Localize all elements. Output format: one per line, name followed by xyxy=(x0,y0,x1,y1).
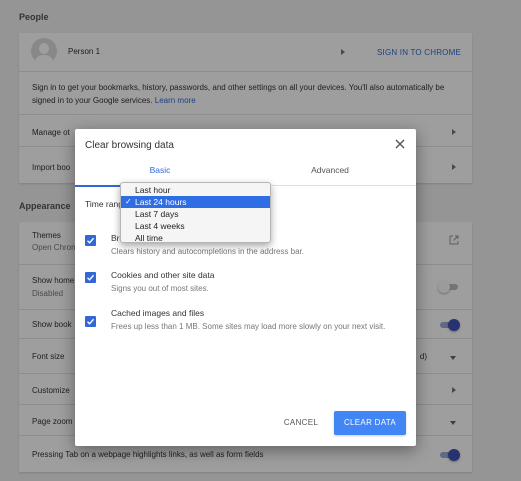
checkbox-row-cache[interactable]: Cached images and files Frees up less th… xyxy=(85,308,405,352)
tab-basic-label: Basic xyxy=(149,165,171,175)
checkbox-cookies[interactable] xyxy=(85,272,96,283)
clear-data-button[interactable]: CLEAR DATA xyxy=(334,411,406,435)
close-icon[interactable] xyxy=(394,138,406,150)
time-range-option[interactable]: All time xyxy=(121,232,270,244)
checkbox-row-cookies[interactable]: Cookies and other site data Signs you ou… xyxy=(85,270,405,300)
tab-advanced[interactable]: Advanced xyxy=(245,160,415,186)
checkbox-cookies-title: Cookies and other site data xyxy=(111,270,215,280)
checkbox-history[interactable] xyxy=(85,235,96,246)
check-icon xyxy=(87,274,95,281)
checkbox-history-desc: Clears history and autocompletions in th… xyxy=(111,247,304,256)
clear-browsing-data-dialog: Clear browsing data Basic Advanced Time … xyxy=(75,129,416,446)
time-range-select-list: Last hour ✓ Last 24 hours Last 7 days Las… xyxy=(120,182,271,243)
time-range-option-selected[interactable]: ✓ Last 24 hours xyxy=(121,196,270,208)
check-icon xyxy=(87,318,95,325)
check-icon xyxy=(87,237,95,244)
checkbox-cache-desc: Frees up less than 1 MB. Some sites may … xyxy=(111,322,386,331)
cancel-button[interactable]: CANCEL xyxy=(275,413,327,433)
time-range-option[interactable]: Last hour xyxy=(121,184,270,196)
checkbox-cookies-desc: Signs you out of most sites. xyxy=(111,284,209,293)
checkbox-cache[interactable] xyxy=(85,316,96,327)
checkmark-icon: ✓ xyxy=(125,197,132,206)
time-range-label: Time rang xyxy=(85,199,123,209)
checkbox-cache-title: Cached images and files xyxy=(111,308,205,318)
time-range-option[interactable]: Last 7 days xyxy=(121,208,270,220)
time-range-option[interactable]: Last 4 weeks xyxy=(121,220,270,232)
dialog-title: Clear browsing data xyxy=(85,140,174,151)
tab-advanced-label: Advanced xyxy=(311,165,349,175)
